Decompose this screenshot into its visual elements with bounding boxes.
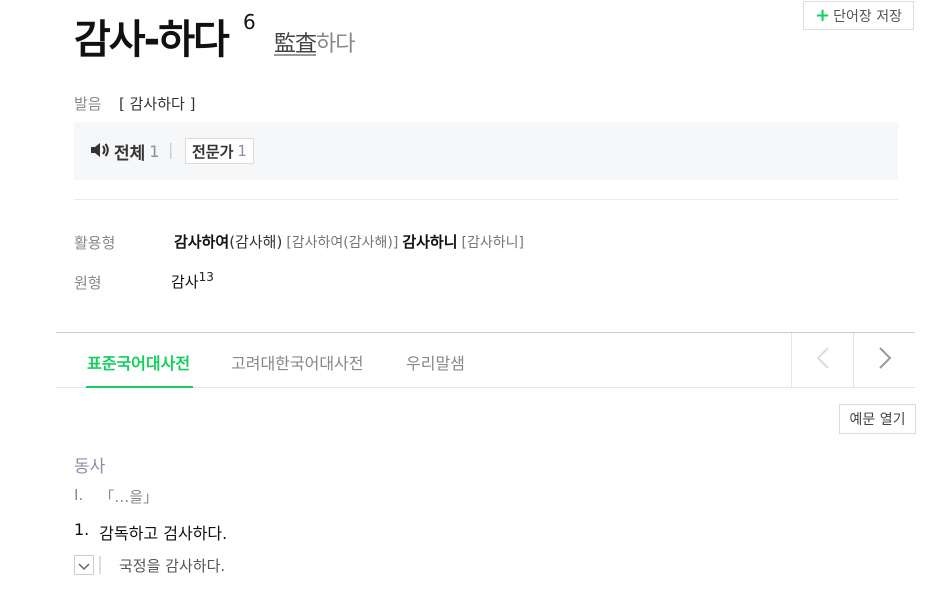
- conjugation-form: 감사하여(감사해): [174, 233, 283, 251]
- homonym-number: 6: [243, 10, 256, 34]
- original-form-homonym: 13: [198, 270, 214, 284]
- pattern-number: Ⅰ.: [74, 486, 84, 504]
- audio-expert-label: 전문가: [192, 142, 234, 161]
- audio-expert-count: 1: [237, 142, 247, 160]
- pronunciation-label: 발음: [74, 95, 102, 113]
- open-examples-button[interactable]: 예문 열기: [839, 404, 916, 434]
- sense-definition: 1. 감독하고 검사하다.: [74, 520, 227, 544]
- hanja-link[interactable]: 監査: [274, 32, 317, 57]
- conjugation-label: 활용형: [74, 234, 116, 252]
- tab-prev-button[interactable]: [791, 333, 853, 387]
- audio-all-label: 전체: [114, 144, 146, 164]
- conjugation-form: 감사하니: [402, 233, 458, 251]
- chevron-left-icon: [816, 346, 830, 374]
- save-button-label: 단어장 저장: [833, 8, 902, 25]
- hanja-origin: 監査하다: [274, 26, 356, 58]
- plus-icon: +: [815, 4, 831, 26]
- tab-urimalsaem[interactable]: 우리말샘: [406, 350, 465, 374]
- speaker-icon: [90, 141, 110, 163]
- active-tab-indicator: [86, 386, 193, 388]
- save-to-wordbook-button[interactable]: + 단어장 저장: [803, 1, 914, 30]
- conjugation-pronunciation: [감사하여(감사해)]: [286, 235, 399, 251]
- hanja-suffix: 하다: [316, 32, 355, 57]
- headword: 감사-하다: [74, 17, 230, 63]
- conjugation-pronunciation: [감사하니]: [461, 235, 524, 251]
- section-divider: [74, 199, 898, 200]
- example-bar: [99, 556, 101, 574]
- chevron-right-icon: [878, 346, 892, 374]
- original-form-link[interactable]: 감사13: [171, 270, 214, 292]
- pronunciation-value: [ 감사하다 ]: [119, 95, 196, 113]
- play-all-audio-button[interactable]: 전체 1: [90, 139, 159, 164]
- sentence-pattern: Ⅰ. 「…을」: [74, 486, 158, 507]
- example-sentence: 국정을 감사하다.: [119, 557, 226, 575]
- expert-audio-button[interactable]: 전문가 1: [185, 138, 254, 164]
- sense-text: 감독하고 검사하다.: [99, 524, 228, 543]
- pattern-text: 「…을」: [99, 488, 159, 506]
- part-of-speech: 동사: [74, 457, 106, 477]
- tab-next-button[interactable]: [853, 333, 915, 387]
- audio-separator: |: [168, 140, 174, 159]
- tab-standard-dictionary[interactable]: 표준국어대사전: [87, 350, 190, 374]
- conjugation-forms: 감사하여(감사해) [감사하여(감사해)] 감사하니 [감사하니]: [174, 231, 524, 252]
- tab-korea-univ-dictionary[interactable]: 고려대한국어대사전: [231, 350, 363, 374]
- audio-all-count: 1: [149, 142, 160, 161]
- example-expand-button[interactable]: [74, 555, 94, 575]
- sense-number: 1.: [74, 520, 90, 539]
- chevron-down-icon: [78, 556, 90, 575]
- original-form-label: 원형: [74, 274, 102, 292]
